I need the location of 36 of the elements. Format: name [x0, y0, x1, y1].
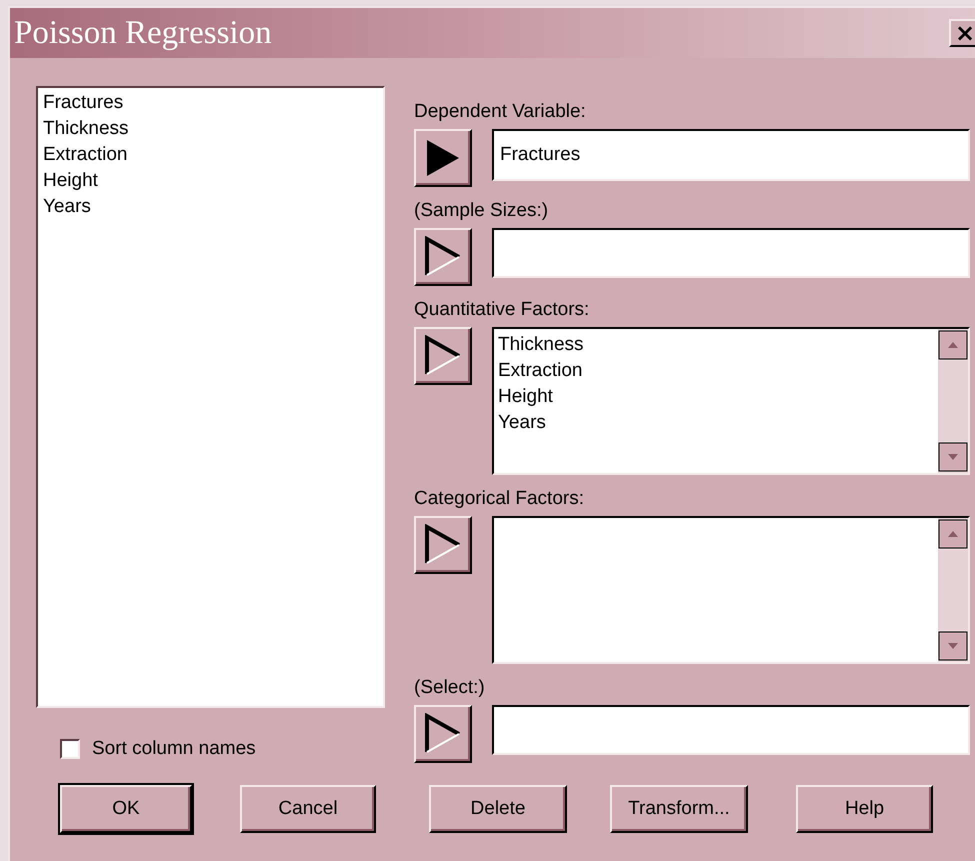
list-item[interactable]: Height — [498, 384, 934, 410]
field-label: (Sample Sizes:) — [414, 199, 550, 223]
checkbox[interactable] — [60, 739, 80, 759]
dialog-button[interactable]: OK — [60, 785, 192, 833]
list-item[interactable]: Years — [43, 194, 378, 220]
add-button[interactable] — [414, 129, 472, 187]
window-title: Poisson Regression — [14, 14, 272, 52]
field-label: Dependent Variable: — [414, 100, 587, 124]
list-item[interactable]: Years — [498, 410, 934, 436]
checkbox-label: Sort column names — [92, 738, 256, 760]
list-field[interactable] — [492, 516, 970, 664]
add-button[interactable] — [414, 516, 472, 574]
input-field[interactable]: Fractures — [492, 129, 970, 181]
close-button[interactable]: × — [949, 19, 975, 47]
scrollbar[interactable] — [938, 518, 968, 662]
list-field[interactable]: Thickness Extraction Height Years — [492, 327, 970, 475]
field-label: Categorical Factors: — [414, 487, 586, 511]
dialog-button[interactable]: Cancel — [240, 785, 376, 833]
add-button[interactable] — [414, 228, 472, 286]
list-item[interactable]: Thickness — [43, 116, 378, 142]
add-button[interactable] — [414, 327, 472, 385]
list-item[interactable]: Fractures — [43, 90, 378, 116]
list-item[interactable]: Thickness — [498, 332, 934, 358]
dialog-button[interactable]: Transform... — [610, 785, 748, 833]
list-item[interactable]: Extraction — [498, 358, 934, 384]
list-item[interactable]: Extraction — [43, 142, 378, 168]
dialog-button[interactable]: Delete — [429, 785, 567, 833]
dialog-button[interactable]: Help — [796, 785, 933, 833]
field-label: Quantitative Factors: — [414, 298, 590, 322]
add-button[interactable] — [414, 705, 472, 763]
scrollbar[interactable] — [938, 329, 968, 473]
list-item[interactable]: Height — [43, 168, 378, 194]
input-field[interactable] — [492, 705, 970, 755]
column-list[interactable]: Fractures Thickness Extraction Height Years — [36, 86, 385, 708]
input-field[interactable] — [492, 228, 970, 278]
field-label: (Select:) — [414, 676, 486, 700]
